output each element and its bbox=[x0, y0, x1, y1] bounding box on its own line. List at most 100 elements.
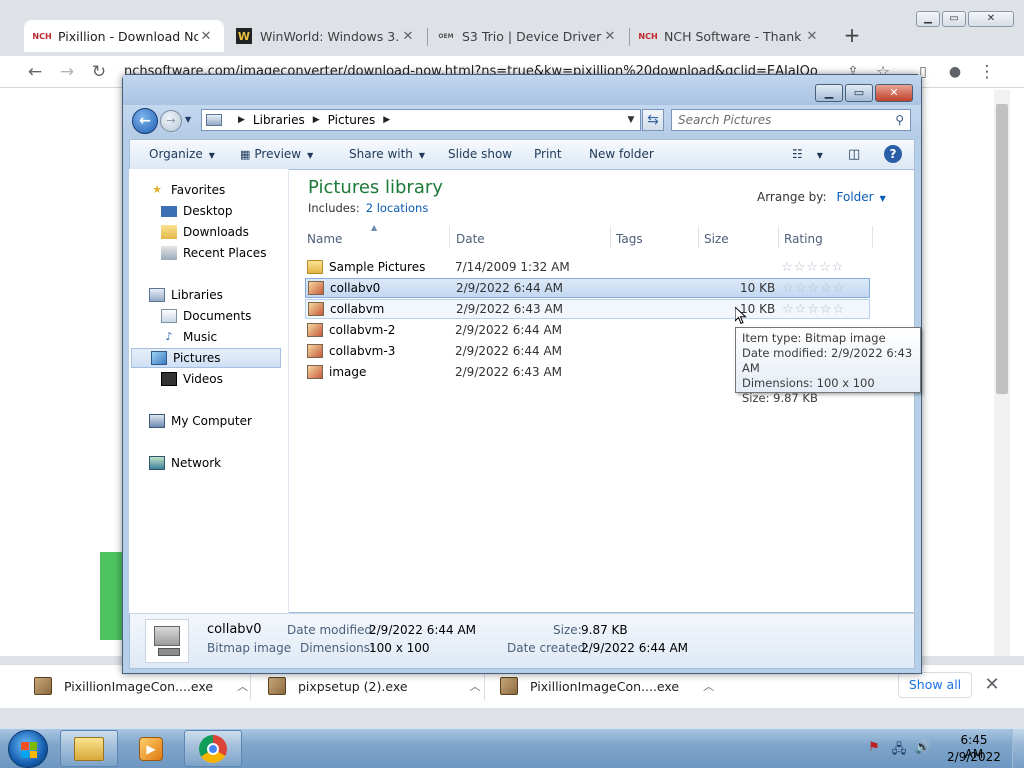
share-with-button[interactable]: Share with ▼ bbox=[349, 147, 425, 161]
volume-icon[interactable]: 🔊 bbox=[914, 740, 932, 756]
taskbar-chrome[interactable] bbox=[184, 730, 242, 767]
tab-winworld[interactable]: W WinWorld: Windows 3.1 ✕ bbox=[226, 20, 426, 52]
preview-pane-icon[interactable]: ◫ bbox=[848, 147, 860, 162]
tab-label: NCH Software - Thank you bbox=[664, 28, 804, 44]
start-button[interactable] bbox=[8, 730, 48, 768]
minimize-icon[interactable]: ▁ bbox=[815, 84, 843, 102]
show-desktop-button[interactable] bbox=[1012, 729, 1024, 768]
breadcrumb-arrow-icon[interactable]: ▶ bbox=[383, 115, 390, 125]
download-item[interactable]: PixillionImageCon....exe ︿ bbox=[500, 672, 714, 700]
column-separator[interactable] bbox=[698, 226, 699, 248]
file-name: collabvm-3 bbox=[329, 344, 396, 358]
slide-show-button[interactable]: Slide show bbox=[448, 147, 512, 161]
rating-stars[interactable]: ☆☆☆☆☆ bbox=[782, 302, 845, 317]
nav-libraries[interactable]: Libraries bbox=[149, 285, 223, 305]
tab-close-icon[interactable]: ✕ bbox=[400, 29, 416, 44]
breadcrumb-pictures[interactable]: Pictures bbox=[328, 113, 376, 127]
tab-label: WinWorld: Windows 3.1 bbox=[260, 28, 400, 44]
tab-s3-trio[interactable]: OEM S3 Trio | Device Drivers ✕ bbox=[428, 20, 628, 52]
search-input[interactable]: Search Pictures ⚲ bbox=[671, 109, 911, 131]
download-item[interactable]: PixillionImageCon....exe ︿ bbox=[34, 672, 248, 700]
new-folder-button[interactable]: New folder bbox=[589, 147, 654, 161]
forward-arrow-icon[interactable]: → bbox=[56, 61, 78, 83]
nav-documents[interactable]: Documents bbox=[161, 306, 251, 326]
nav-favorites[interactable]: ★ Favorites bbox=[149, 180, 225, 200]
file-row-collabvm[interactable]: collabvm 2/9/2022 6:43 AM 10 KB ☆☆☆☆☆ bbox=[305, 299, 870, 319]
chevron-down-icon[interactable]: ▼ bbox=[185, 113, 195, 127]
nav-music[interactable]: ♪ Music bbox=[161, 327, 217, 347]
nav-network[interactable]: Network bbox=[149, 453, 221, 473]
forward-arrow-icon[interactable]: → bbox=[160, 110, 182, 132]
new-tab-icon[interactable]: + bbox=[842, 24, 862, 46]
organize-button[interactable]: Organize ▼ bbox=[149, 147, 215, 161]
view-options-icon[interactable]: ☷ ▼ bbox=[792, 147, 823, 161]
nav-downloads[interactable]: Downloads bbox=[161, 222, 249, 242]
nav-videos[interactable]: Videos bbox=[161, 369, 223, 389]
scrollbar-thumb[interactable] bbox=[996, 104, 1008, 394]
chevron-up-icon[interactable]: ︿ bbox=[703, 678, 714, 694]
tab-label: S3 Trio | Device Drivers bbox=[462, 28, 602, 44]
tab-close-icon[interactable]: ✕ bbox=[804, 29, 820, 44]
column-date[interactable]: Date bbox=[456, 232, 485, 246]
help-icon[interactable]: ? bbox=[884, 145, 902, 163]
file-name: image bbox=[329, 365, 367, 379]
nav-my-computer[interactable]: My Computer bbox=[149, 411, 252, 431]
refresh-icon[interactable]: ⇆ bbox=[642, 109, 664, 131]
green-banner bbox=[100, 552, 124, 640]
close-icon[interactable]: ✕ bbox=[875, 84, 913, 102]
folder-icon bbox=[307, 260, 323, 274]
column-tags[interactable]: Tags bbox=[616, 232, 643, 246]
chevron-up-icon[interactable]: ︿ bbox=[237, 678, 248, 694]
locations-link[interactable]: 2 locations bbox=[366, 201, 429, 215]
profile-avatar-icon[interactable]: ● bbox=[944, 61, 966, 83]
nav-pictures[interactable]: Pictures bbox=[131, 348, 281, 368]
close-icon[interactable]: ✕ bbox=[982, 674, 1002, 696]
explorer-address-bar[interactable]: ▶ Libraries ▶ Pictures ▶ ▼ bbox=[201, 109, 641, 131]
chevron-up-icon[interactable]: ︿ bbox=[470, 678, 481, 694]
column-separator[interactable] bbox=[778, 226, 779, 248]
breadcrumb-arrow-icon[interactable]: ▶ bbox=[313, 115, 320, 125]
chevron-down-icon[interactable]: ▼ bbox=[622, 115, 640, 125]
reload-icon[interactable]: ↻ bbox=[88, 61, 110, 83]
clock-date[interactable]: 2/9/2022 bbox=[946, 750, 1002, 764]
search-icon[interactable]: ⚲ bbox=[895, 113, 904, 127]
chevron-down-icon[interactable]: ▼ bbox=[880, 194, 886, 203]
column-separator[interactable] bbox=[610, 226, 611, 248]
maximize-icon[interactable]: ▭ bbox=[942, 11, 966, 27]
network-tray-icon[interactable]: 🖧 bbox=[890, 740, 908, 757]
taskbar-media-player[interactable]: ▶ bbox=[122, 730, 180, 767]
tab-close-icon[interactable]: ✕ bbox=[198, 29, 214, 44]
column-name[interactable]: Name bbox=[307, 232, 342, 246]
nav-desktop[interactable]: Desktop bbox=[161, 201, 233, 221]
taskbar-explorer[interactable] bbox=[60, 730, 118, 767]
nav-label: Documents bbox=[183, 309, 252, 323]
file-row-sample-pictures[interactable]: Sample Pictures 7/14/2009 1:32 AM ☆☆☆☆☆ bbox=[305, 257, 870, 277]
column-separator[interactable] bbox=[872, 226, 873, 248]
download-item[interactable]: pixpsetup (2).exe ︿ bbox=[268, 672, 481, 700]
show-all-button[interactable]: Show all bbox=[898, 672, 972, 698]
arrange-by-dropdown[interactable]: Folder bbox=[837, 190, 874, 204]
tab-nch-thank-you[interactable]: NCH NCH Software - Thank you ✕ bbox=[630, 20, 830, 52]
minimize-icon[interactable]: ▁ bbox=[916, 11, 940, 27]
print-button[interactable]: Print bbox=[534, 147, 562, 161]
nav-recent-places[interactable]: Recent Places bbox=[161, 243, 266, 263]
column-size[interactable]: Size bbox=[704, 232, 729, 246]
menu-dots-icon[interactable]: ⋮ bbox=[976, 61, 998, 83]
back-arrow-icon[interactable]: ← bbox=[132, 108, 158, 134]
tab-pixillion[interactable]: NCH Pixillion - Download Now ✕ bbox=[24, 20, 224, 52]
tab-close-icon[interactable]: ✕ bbox=[602, 29, 618, 44]
back-arrow-icon[interactable]: ← bbox=[24, 61, 46, 83]
maximize-icon[interactable]: ▭ bbox=[845, 84, 873, 102]
column-rating[interactable]: Rating bbox=[784, 232, 823, 246]
breadcrumb-arrow-icon[interactable]: ▶ bbox=[238, 115, 245, 125]
folder-icon bbox=[74, 736, 104, 761]
file-row-collabv0[interactable]: collabv0 2/9/2022 6:44 AM 10 KB ☆☆☆☆☆ bbox=[305, 278, 870, 298]
explorer-titlebar[interactable] bbox=[123, 75, 921, 105]
preview-button[interactable]: ▦ Preview ▼ bbox=[240, 147, 313, 161]
close-icon[interactable]: ✕ bbox=[968, 11, 1014, 27]
rating-stars[interactable]: ☆☆☆☆☆ bbox=[781, 260, 844, 275]
breadcrumb-libraries[interactable]: Libraries bbox=[253, 113, 305, 127]
column-separator[interactable] bbox=[449, 226, 450, 248]
rating-stars[interactable]: ☆☆☆☆☆ bbox=[782, 281, 845, 296]
action-center-alert-icon[interactable]: ⚑ bbox=[866, 740, 882, 756]
